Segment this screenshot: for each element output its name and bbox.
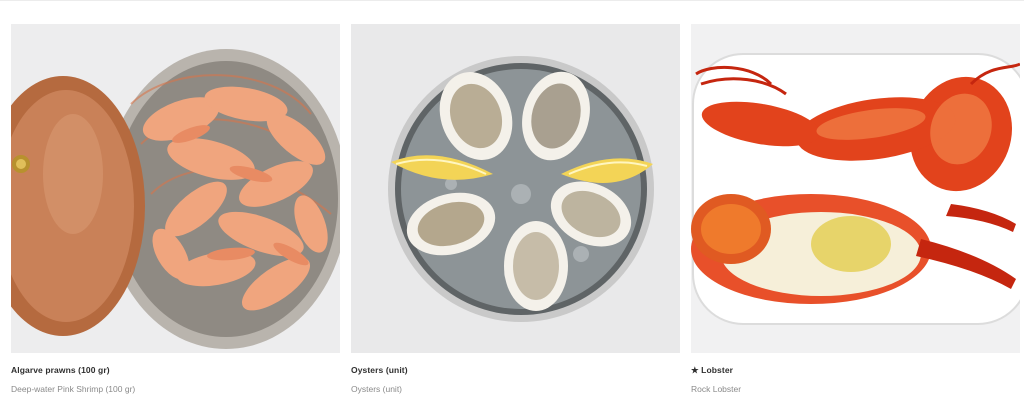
- menu-item-lobster[interactable]: ★ Lobster Rock Lobster: [691, 24, 1020, 403]
- menu-item-name[interactable]: ★ Lobster: [691, 365, 733, 376]
- menu-item-name[interactable]: Oysters (unit): [351, 365, 408, 375]
- oysters-photo[interactable]: [351, 24, 680, 353]
- menu-item-prawns[interactable]: Algarve prawns (100 gr) Deep-water Pink …: [11, 24, 340, 403]
- menu-item-description: Oysters (unit): [351, 384, 403, 394]
- prawns-photo[interactable]: [11, 24, 340, 353]
- lobster-photo[interactable]: [691, 24, 1020, 353]
- menu-item-description: Rock Lobster: [691, 384, 742, 394]
- menu-item-name[interactable]: Algarve prawns (100 gr): [11, 365, 110, 375]
- menu-grid: Algarve prawns (100 gr) Deep-water Pink …: [11, 24, 1021, 403]
- menu-item-description: Deep-water Pink Shrimp (100 gr): [11, 384, 136, 394]
- menu-item-oysters[interactable]: Oysters (unit) Oysters (unit): [351, 24, 680, 403]
- top-divider: [0, 0, 1024, 1]
